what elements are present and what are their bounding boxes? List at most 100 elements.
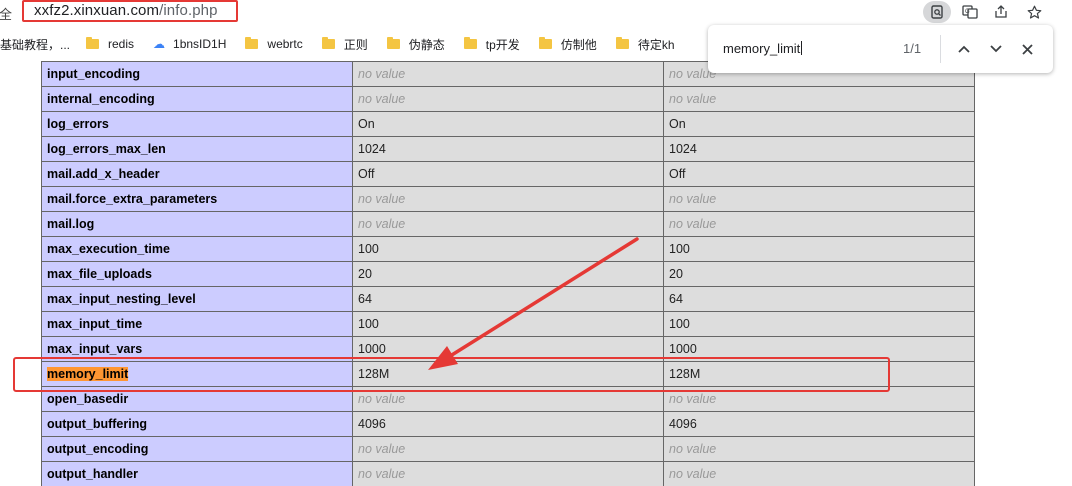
directive-name-cell: output_encoding	[41, 436, 353, 462]
php-directives-table: input_encoding no value no value internal_e…	[41, 61, 975, 486]
table-row: log_errors On On	[41, 111, 975, 137]
local-value-cell: no value	[352, 61, 664, 87]
directive-name: open_basedir	[47, 392, 129, 406]
table-row: mail.add_x_header Off Off	[41, 161, 975, 187]
local-value-cell: no value	[352, 461, 664, 486]
close-icon	[1021, 43, 1033, 55]
directive-name-cell: max_input_time	[41, 311, 353, 337]
master-value-cell: no value	[663, 461, 975, 486]
bookmark-label: redis	[108, 37, 135, 51]
directive-name: output_buffering	[47, 417, 147, 431]
directive-name-cell: mail.log	[41, 211, 353, 237]
table-row: internal_encoding no value no value	[41, 86, 975, 112]
bookmark-item[interactable]: tp开发	[463, 36, 520, 53]
find-previous-button[interactable]	[952, 37, 976, 61]
directive-name-cell: output_buffering	[41, 411, 353, 437]
master-value-cell: Off	[663, 161, 975, 187]
insecure-label[interactable]: 安全	[0, 4, 12, 23]
table-row: max_file_uploads 20 20	[41, 261, 975, 287]
folder-icon	[615, 37, 629, 49]
bookmark-item[interactable]: 基础教程，...	[0, 36, 70, 53]
bookmark-item[interactable]: 正则	[321, 36, 368, 53]
table-row: max_input_time 100 100	[41, 311, 975, 337]
local-value-cell: 64	[352, 286, 664, 312]
local-value-cell: no value	[352, 86, 664, 112]
find-bar: memory_limit 1/1	[708, 25, 1053, 73]
find-input[interactable]: memory_limit	[723, 41, 803, 56]
directive-name: mail.add_x_header	[47, 167, 160, 181]
table-row: mail.force_extra_parameters no value no va…	[41, 186, 975, 212]
master-value-cell: no value	[663, 86, 975, 112]
master-value-cell: no value	[663, 436, 975, 462]
find-next-button[interactable]	[984, 37, 1008, 61]
directive-name-cell: max_execution_time	[41, 236, 353, 262]
find-close-button[interactable]	[1015, 37, 1039, 61]
directive-name: max_input_time	[47, 317, 143, 331]
directive-name: mail.log	[47, 217, 95, 231]
search-page-icon[interactable]	[923, 1, 951, 23]
folder-icon	[321, 37, 335, 49]
svg-text:G: G	[965, 9, 970, 15]
table-row: output_buffering 4096 4096	[41, 411, 975, 437]
local-value-cell: no value	[352, 211, 664, 237]
local-value-cell: On	[352, 111, 664, 137]
folder-icon	[245, 37, 259, 49]
folder-icon	[86, 37, 100, 49]
master-value-cell: 20	[663, 261, 975, 287]
bookmark-item[interactable]: 伪静态	[386, 36, 445, 53]
local-value-cell: 100	[352, 311, 664, 337]
bookmark-label: tp开发	[485, 37, 520, 52]
translate-icon[interactable]: G	[956, 1, 984, 23]
local-value-cell: no value	[352, 436, 664, 462]
table-row: output_encoding no value no value	[41, 436, 975, 462]
master-value-cell: On	[663, 111, 975, 137]
find-divider	[940, 35, 941, 63]
table-row: max_input_nesting_level 64 64	[41, 286, 975, 312]
directive-name: log_errors_max_len	[47, 142, 166, 156]
directive-name: internal_encoding	[47, 92, 155, 106]
bookmark-label: 待定kh	[637, 37, 675, 52]
table-row: log_errors_max_len 1024 1024	[41, 136, 975, 162]
bookmark-item[interactable]: ☁ 1bnsID1H	[153, 37, 226, 51]
local-value-cell: 1024	[352, 136, 664, 162]
bookmark-item[interactable]: redis	[86, 37, 134, 51]
master-value-cell: no value	[663, 186, 975, 212]
directive-name: max_input_nesting_level	[47, 292, 196, 306]
directive-name: max_input_vars	[47, 342, 143, 356]
bookmark-label: webrtc	[267, 37, 303, 51]
directive-name: input_encoding	[47, 67, 141, 81]
directive-name-cell: max_input_nesting_level	[41, 286, 353, 312]
bookmark-star-icon[interactable]	[1020, 1, 1048, 23]
directive-name: mail.force_extra_parameters	[47, 192, 218, 206]
folder-icon	[463, 37, 477, 49]
bookmark-item[interactable]: webrtc	[245, 37, 303, 51]
find-match-count: 1/1	[903, 41, 922, 56]
directive-name-cell: input_encoding	[41, 61, 353, 87]
local-value-cell: no value	[352, 186, 664, 212]
chevron-down-icon	[990, 45, 1002, 53]
table-row: output_handler no value no value	[41, 461, 975, 486]
bookmark-item[interactable]: 待定kh	[615, 36, 675, 53]
master-value-cell: 64	[663, 286, 975, 312]
local-value-cell: Off	[352, 161, 664, 187]
bookmark-label: 基础教程，...	[0, 37, 71, 52]
table-row: max_execution_time 100 100	[41, 236, 975, 262]
master-value-cell: no value	[663, 211, 975, 237]
bookmark-label: 伪静态	[408, 37, 445, 52]
master-value-cell: 1024	[663, 136, 975, 162]
chevron-up-icon	[958, 45, 970, 53]
cloud-icon: ☁	[153, 37, 166, 51]
directive-name: output_encoding	[47, 442, 149, 456]
address-bar: 安全 xxfz2.xinxuan.com/info.php G	[0, 0, 1072, 26]
bookmark-item[interactable]: 仿制他	[538, 36, 597, 53]
directive-name-cell: internal_encoding	[41, 86, 353, 112]
memory-limit-annotation-box	[13, 357, 890, 392]
local-value-cell: 20	[352, 261, 664, 287]
master-value-cell: 100	[663, 236, 975, 262]
directive-name: output_handler	[47, 467, 138, 481]
bookmark-label: 1bnsID1H	[173, 37, 227, 51]
share-icon[interactable]	[987, 1, 1015, 23]
directive-name-cell: max_file_uploads	[41, 261, 353, 287]
find-query: memory_limit	[723, 41, 801, 56]
bookmark-label: 仿制他	[560, 37, 597, 52]
